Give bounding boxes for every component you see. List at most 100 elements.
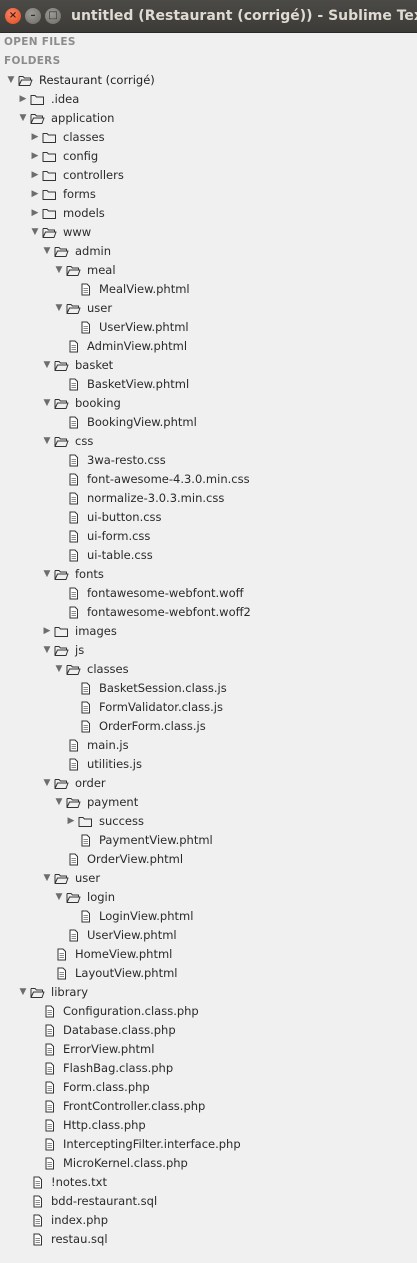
disclosure-open-icon[interactable]: ▼ — [41, 641, 53, 660]
folder-open-icon — [54, 777, 69, 790]
tree-file-row[interactable]: main.js — [0, 736, 417, 755]
disclosure-closed-icon[interactable]: ▶ — [29, 166, 41, 185]
tree-file-row[interactable]: BookingView.phtml — [0, 413, 417, 432]
tree-folder-row[interactable]: ▶ success — [0, 812, 417, 831]
tree-item-label: utilities.js — [87, 757, 142, 771]
minimize-window-button[interactable]: – — [25, 8, 41, 24]
tree-folder-row[interactable]: ▼ library — [0, 983, 417, 1002]
disclosure-closed-icon[interactable]: ▶ — [17, 90, 29, 109]
tree-file-row[interactable]: Http.class.php — [0, 1116, 417, 1135]
disclosure-closed-icon[interactable]: ▶ — [29, 204, 41, 223]
tree-file-row[interactable]: utilities.js — [0, 755, 417, 774]
tree-file-row[interactable]: fontawesome-webfont.woff2 — [0, 603, 417, 622]
disclosure-open-icon[interactable]: ▼ — [41, 565, 53, 584]
tree-folder-row[interactable]: ▼ admin — [0, 242, 417, 261]
tree-file-row[interactable]: FormValidator.class.js — [0, 698, 417, 717]
tree-file-row[interactable]: BasketSession.class.js — [0, 679, 417, 698]
tree-file-row[interactable]: normalize-3.0.3.min.css — [0, 489, 417, 508]
disclosure-open-icon[interactable]: ▼ — [17, 109, 29, 128]
tree-folder-row[interactable]: ▼ css — [0, 432, 417, 451]
tree-folder-row[interactable]: ▼ user — [0, 299, 417, 318]
tree-folder-row[interactable]: ▼ booking — [0, 394, 417, 413]
disclosure-closed-icon[interactable]: ▶ — [29, 185, 41, 204]
tree-item-label: normalize-3.0.3.min.css — [87, 491, 225, 505]
disclosure-open-icon[interactable]: ▼ — [53, 888, 65, 907]
tree-folder-row[interactable]: ▼ meal — [0, 261, 417, 280]
tree-file-row[interactable]: UserView.phtml — [0, 926, 417, 945]
disclosure-open-icon[interactable]: ▼ — [53, 660, 65, 679]
tree-folder-row[interactable]: ▶ models — [0, 204, 417, 223]
tree-folder-row[interactable]: ▼ Restaurant (corrigé) — [0, 71, 417, 90]
disclosure-open-icon[interactable]: ▼ — [41, 869, 53, 888]
tree-folder-row[interactable]: ▼ classes — [0, 660, 417, 679]
tree-file-row[interactable]: PaymentView.phtml — [0, 831, 417, 850]
tree-folder-row[interactable]: ▶ controllers — [0, 166, 417, 185]
folder-open-icon — [66, 264, 81, 277]
tree-item-label: HomeView.phtml — [75, 947, 173, 961]
folder-open-icon — [54, 644, 69, 657]
tree-file-row[interactable]: FrontController.class.php — [0, 1097, 417, 1116]
disclosure-open-icon[interactable]: ▼ — [53, 299, 65, 318]
disclosure-closed-icon[interactable]: ▶ — [65, 812, 77, 831]
tree-folder-row[interactable]: ▼ payment — [0, 793, 417, 812]
tree-folder-row[interactable]: ▶ .idea — [0, 90, 417, 109]
disclosure-closed-icon[interactable]: ▶ — [29, 128, 41, 147]
tree-file-row[interactable]: Database.class.php — [0, 1021, 417, 1040]
tree-folder-row[interactable]: ▼ order — [0, 774, 417, 793]
tree-file-row[interactable]: ErrorView.phtml — [0, 1040, 417, 1059]
tree-folder-row[interactable]: ▼ application — [0, 109, 417, 128]
tree-file-row[interactable]: ui-table.css — [0, 546, 417, 565]
tree-item-label: UserView.phtml — [99, 320, 189, 334]
tree-file-row[interactable]: Form.class.php — [0, 1078, 417, 1097]
tree-folder-row[interactable]: ▶ forms — [0, 185, 417, 204]
tree-folder-row[interactable]: ▼ fonts — [0, 565, 417, 584]
tree-file-row[interactable]: restau.sql — [0, 1230, 417, 1249]
tree-file-row[interactable]: BasketView.phtml — [0, 375, 417, 394]
tree-file-row[interactable]: 3wa-resto.css — [0, 451, 417, 470]
tree-folder-row[interactable]: ▼ js — [0, 641, 417, 660]
disclosure-closed-icon[interactable]: ▶ — [41, 622, 53, 641]
tree-file-row[interactable]: font-awesome-4.3.0.min.css — [0, 470, 417, 489]
file-icon — [78, 321, 93, 334]
tree-item-label: css — [75, 434, 94, 448]
tree-file-row[interactable]: MicroKernel.class.php — [0, 1154, 417, 1173]
disclosure-open-icon[interactable]: ▼ — [17, 983, 29, 1002]
tree-file-row[interactable]: LayoutView.phtml — [0, 964, 417, 983]
tree-file-row[interactable]: LoginView.phtml — [0, 907, 417, 926]
disclosure-open-icon[interactable]: ▼ — [29, 223, 41, 242]
tree-folder-row[interactable]: ▼ login — [0, 888, 417, 907]
maximize-window-button[interactable]: □ — [45, 8, 61, 24]
tree-folder-row[interactable]: ▼ www — [0, 223, 417, 242]
tree-file-row[interactable]: !notes.txt — [0, 1173, 417, 1192]
tree-file-row[interactable]: MealView.phtml — [0, 280, 417, 299]
tree-file-row[interactable]: HomeView.phtml — [0, 945, 417, 964]
tree-folder-row[interactable]: ▶ images — [0, 622, 417, 641]
disclosure-open-icon[interactable]: ▼ — [41, 242, 53, 261]
tree-file-row[interactable]: FlashBag.class.php — [0, 1059, 417, 1078]
disclosure-open-icon[interactable]: ▼ — [41, 774, 53, 793]
tree-file-row[interactable]: UserView.phtml — [0, 318, 417, 337]
tree-item-label: js — [75, 643, 85, 657]
disclosure-open-icon[interactable]: ▼ — [41, 356, 53, 375]
close-window-button[interactable]: × — [5, 8, 21, 24]
tree-file-row[interactable]: OrderView.phtml — [0, 850, 417, 869]
tree-file-row[interactable]: ui-form.css — [0, 527, 417, 546]
disclosure-closed-icon[interactable]: ▶ — [29, 147, 41, 166]
tree-file-row[interactable]: AdminView.phtml — [0, 337, 417, 356]
tree-file-row[interactable]: fontawesome-webfont.woff — [0, 584, 417, 603]
disclosure-open-icon[interactable]: ▼ — [41, 432, 53, 451]
tree-file-row[interactable]: index.php — [0, 1211, 417, 1230]
tree-file-row[interactable]: ui-button.css — [0, 508, 417, 527]
disclosure-open-icon[interactable]: ▼ — [5, 71, 17, 90]
tree-folder-row[interactable]: ▶ classes — [0, 128, 417, 147]
disclosure-open-icon[interactable]: ▼ — [53, 793, 65, 812]
disclosure-open-icon[interactable]: ▼ — [53, 261, 65, 280]
tree-folder-row[interactable]: ▼ user — [0, 869, 417, 888]
tree-folder-row[interactable]: ▼ basket — [0, 356, 417, 375]
tree-folder-row[interactable]: ▶ config — [0, 147, 417, 166]
tree-file-row[interactable]: OrderForm.class.js — [0, 717, 417, 736]
tree-file-row[interactable]: InterceptingFilter.interface.php — [0, 1135, 417, 1154]
tree-file-row[interactable]: Configuration.class.php — [0, 1002, 417, 1021]
tree-file-row[interactable]: bdd-restaurant.sql — [0, 1192, 417, 1211]
disclosure-open-icon[interactable]: ▼ — [41, 394, 53, 413]
